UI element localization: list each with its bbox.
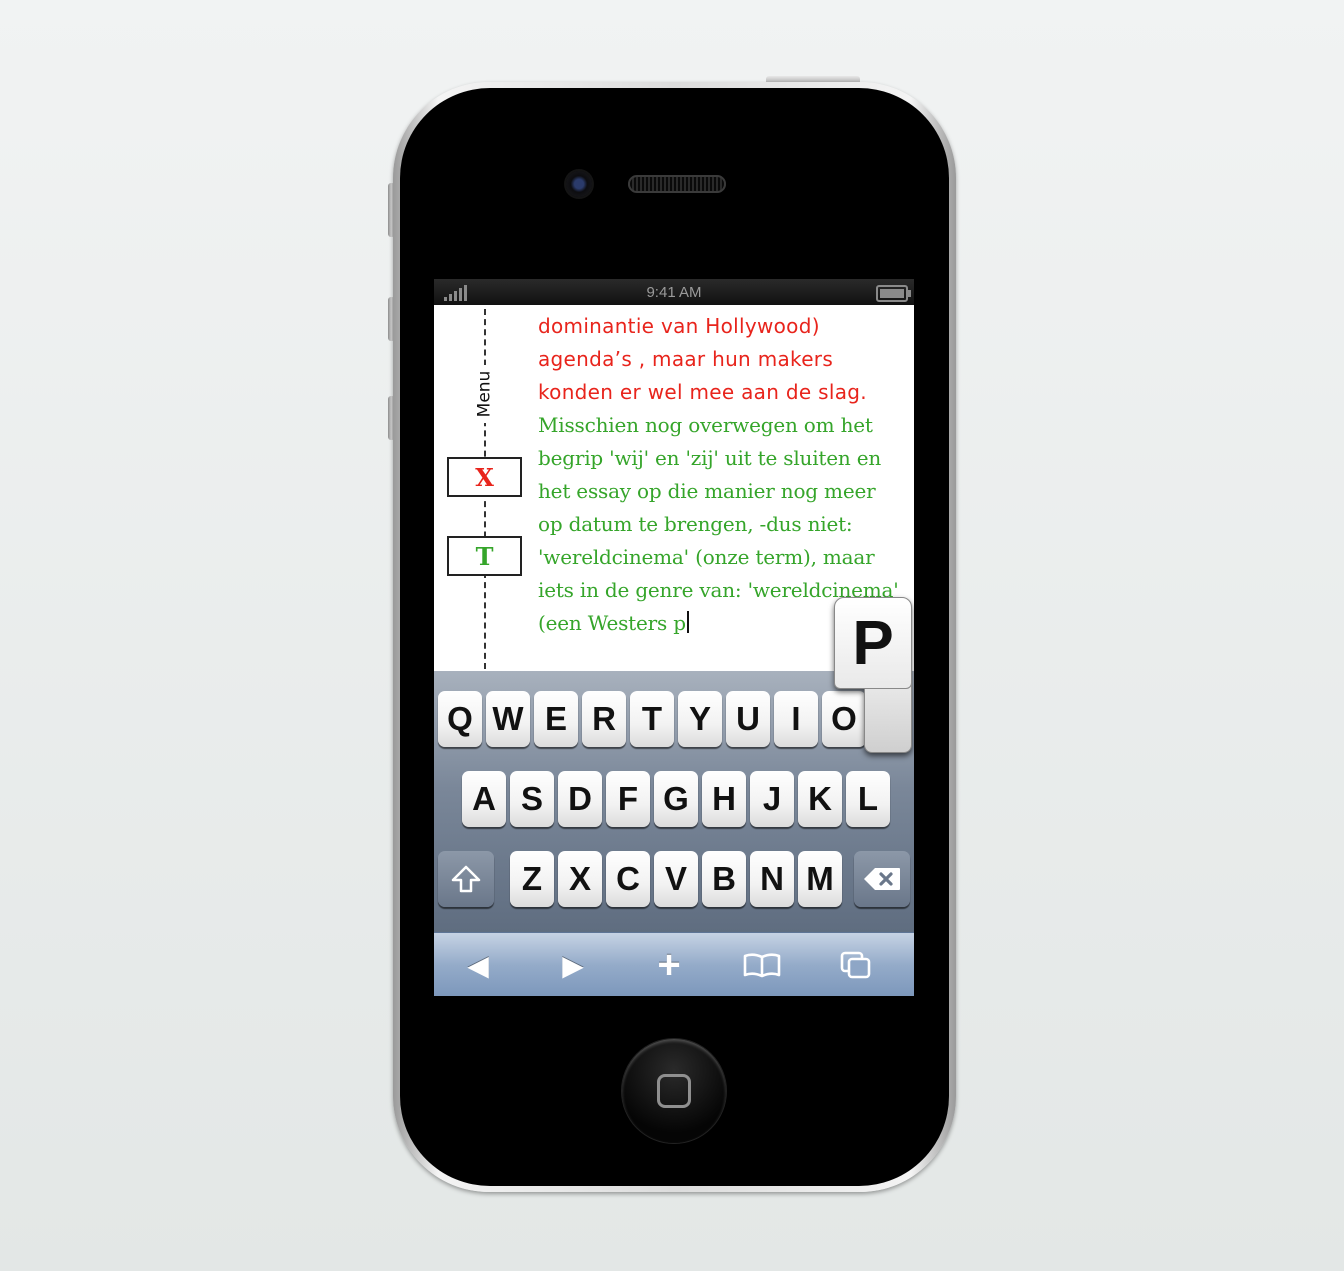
back-button[interactable]: ◀ xyxy=(456,947,500,983)
key-v[interactable]: V xyxy=(654,851,698,907)
key-t[interactable]: T xyxy=(630,691,674,747)
key-f[interactable]: F xyxy=(606,771,650,827)
key-y[interactable]: Y xyxy=(678,691,722,747)
key-d[interactable]: D xyxy=(558,771,602,827)
key-u[interactable]: U xyxy=(726,691,770,747)
key-popup-stem xyxy=(864,683,912,753)
backspace-key[interactable] xyxy=(854,851,910,907)
text-line: agenda’s , maar hun makers xyxy=(538,347,834,371)
text-tool-button[interactable]: T xyxy=(447,536,522,576)
current-line-text: (een Westers p xyxy=(538,611,686,635)
key-b[interactable]: B xyxy=(702,851,746,907)
key-q[interactable]: Q xyxy=(438,691,482,747)
status-bar: 9:41 AM xyxy=(434,279,914,305)
key-k[interactable]: K xyxy=(798,771,842,827)
add-bookmark-button[interactable]: + xyxy=(647,943,691,987)
text-editor[interactable]: dominantie van Hollywood) agenda’s , maa… xyxy=(538,310,908,640)
back-icon: ◀ xyxy=(467,949,489,981)
key-l[interactable]: L xyxy=(846,771,890,827)
key-z[interactable]: Z xyxy=(510,851,554,907)
key-x[interactable]: X xyxy=(558,851,602,907)
pages-button[interactable] xyxy=(834,947,878,983)
key-r[interactable]: R xyxy=(582,691,626,747)
text-line: begrip 'wij' en 'zij' uit te sluiten en xyxy=(538,446,882,470)
backspace-icon xyxy=(864,868,900,890)
text-line: dominantie van Hollywood) xyxy=(538,314,820,338)
forward-button[interactable]: ▶ xyxy=(551,947,595,983)
key-c[interactable]: C xyxy=(606,851,650,907)
pages-icon xyxy=(840,951,871,979)
menu-label: Menu xyxy=(474,370,494,418)
key-i[interactable]: I xyxy=(774,691,818,747)
front-camera xyxy=(566,171,592,197)
plus-icon: + xyxy=(657,942,681,987)
text-cursor xyxy=(686,611,689,633)
menu-button[interactable]: Menu xyxy=(462,365,506,423)
home-square-icon xyxy=(657,1074,691,1108)
key-s[interactable]: S xyxy=(510,771,554,827)
key-popup-letter: P xyxy=(834,597,912,689)
shift-icon xyxy=(451,865,481,893)
text-line: konden er wel mee aan de slag. xyxy=(538,380,867,404)
shift-key[interactable] xyxy=(438,851,494,907)
text-line: 'wereldcinema' (onze term), maar xyxy=(538,545,875,569)
browser-toolbar: ◀ ▶ + xyxy=(434,932,914,996)
book-icon xyxy=(743,953,781,978)
key-e[interactable]: E xyxy=(534,691,578,747)
battery-icon xyxy=(876,285,911,302)
text-line: op datum te brengen, -dus niet: xyxy=(538,512,853,536)
delete-tool-button[interactable]: X xyxy=(447,457,522,497)
text-line: het essay op die manier nog meer xyxy=(538,479,876,503)
key-m[interactable]: M xyxy=(798,851,842,907)
key-a[interactable]: A xyxy=(462,771,506,827)
key-j[interactable]: J xyxy=(750,771,794,827)
key-popup-p: P xyxy=(834,597,912,753)
bookmarks-button[interactable] xyxy=(740,947,784,983)
forward-icon: ▶ xyxy=(562,949,584,981)
earpiece-speaker xyxy=(628,175,726,193)
key-g[interactable]: G xyxy=(654,771,698,827)
home-button[interactable] xyxy=(622,1039,726,1143)
status-time: 9:41 AM xyxy=(646,284,702,301)
key-n[interactable]: N xyxy=(750,851,794,907)
key-h[interactable]: H xyxy=(702,771,746,827)
key-w[interactable]: W xyxy=(486,691,530,747)
text-line: Misschien nog overwegen om het xyxy=(538,413,873,437)
screen: 9:41 AM Menu X T dominantie van Hollywoo… xyxy=(434,279,914,996)
